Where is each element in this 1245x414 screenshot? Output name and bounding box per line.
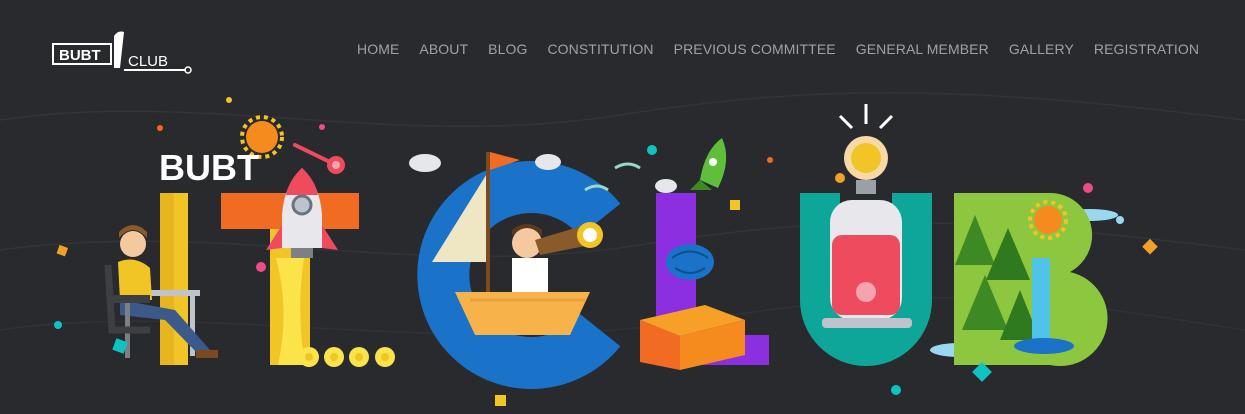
hero-subtitle: BUBT (159, 147, 259, 188)
spyglass-boy-icon (512, 222, 603, 292)
dots-trail (299, 347, 395, 367)
green-rocket-icon (690, 138, 727, 190)
brain-icon (666, 244, 714, 280)
lightbulb-icon (838, 104, 894, 194)
hero-illustration: BUBT (54, 97, 1158, 406)
astronaut-icon (822, 200, 912, 328)
page: BUBT CLUB HOME ABOUT BLOG CONSTITUTION P… (0, 0, 1245, 414)
